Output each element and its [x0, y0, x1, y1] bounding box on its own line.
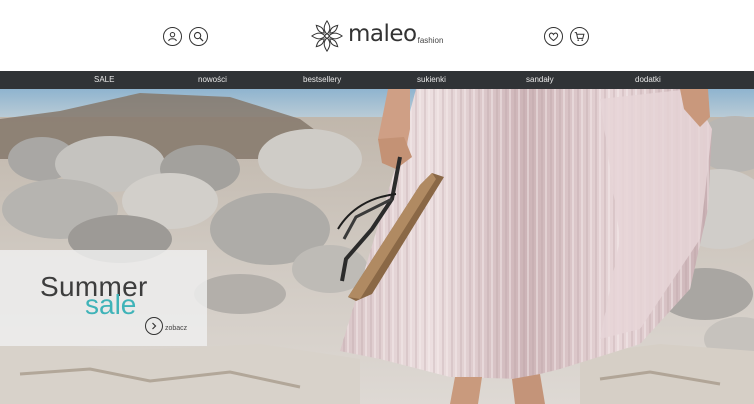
promo-cta-button[interactable]: zobacz — [145, 317, 187, 335]
site-header: maleo fashion — [0, 0, 754, 71]
logo-wordmark: maleo — [348, 21, 417, 47]
user-icon[interactable] — [163, 27, 182, 46]
main-navigation: SALE nowości bestsellery sukienki sandał… — [0, 71, 754, 89]
heart-icon[interactable] — [544, 27, 563, 46]
promo-cta-label: zobacz — [165, 324, 188, 332]
hero-banner[interactable]: Summer sale zobacz — [0, 89, 754, 404]
nav-item-sukienki[interactable]: sukienki — [417, 71, 446, 89]
nav-item-sandaly[interactable]: sandały — [526, 71, 554, 89]
nav-item-nowosci[interactable]: nowości — [198, 71, 227, 89]
chevron-right-icon — [145, 317, 163, 335]
nav-item-bestsellery[interactable]: bestsellery — [303, 71, 341, 89]
logo-mandala-icon — [310, 19, 344, 53]
logo-suffix: fashion — [417, 35, 444, 45]
nav-item-sale[interactable]: SALE — [94, 71, 114, 89]
promo-subtitle: sale — [85, 289, 137, 320]
brand-logo[interactable]: maleo fashion — [310, 16, 450, 56]
promo-card: Summer sale zobacz — [0, 250, 207, 346]
nav-item-dodatki[interactable]: dodatki — [635, 71, 661, 89]
search-icon[interactable] — [189, 27, 208, 46]
hero-photo — [0, 89, 754, 404]
cart-icon[interactable] — [570, 27, 589, 46]
